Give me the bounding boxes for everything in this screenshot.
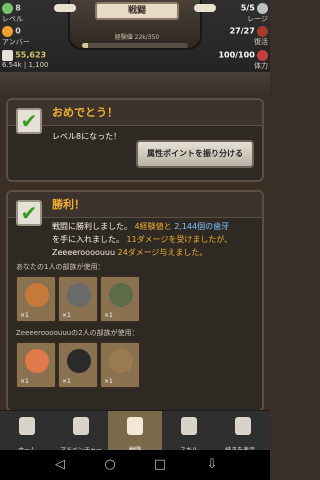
- amber-icon: [2, 26, 13, 37]
- victory-panel: 勝利！ ✔ 戦闘に勝利しました。 4経験値と 2,144個の歯牙 を手に入れまし…: [6, 190, 264, 412]
- sling-icon: [109, 349, 133, 373]
- xp-text: 経験値 22k/350: [114, 34, 160, 41]
- victory-heading: 勝利！: [8, 192, 262, 218]
- wolf-icon: [67, 283, 91, 307]
- amber-label: アンバー: [2, 38, 30, 46]
- xp-bar-fill: [82, 43, 89, 48]
- rage-value: 5/5: [240, 3, 255, 13]
- page-title: 戦闘: [95, 2, 179, 20]
- victory-line2: を手に入れました。: [52, 235, 124, 244]
- home-circle-icon[interactable]: ○: [102, 457, 118, 473]
- heart-icon: [257, 50, 268, 61]
- opponent-name: Zeeeeroooouuu: [52, 248, 116, 257]
- opponent-tribe-label: Zeeeeroooouuuの2人の部族が使用：: [16, 329, 139, 337]
- level-icon: [2, 3, 13, 14]
- rock-divider: [0, 72, 270, 96]
- member-count: ×1: [62, 312, 71, 319]
- tribe-member-card[interactable]: ×1: [16, 276, 56, 322]
- tab-adventure[interactable]: アドベンチャー: [54, 411, 108, 454]
- rage-stat: 5/5 レージ: [241, 3, 268, 24]
- tab-skill[interactable]: スキル: [162, 411, 216, 454]
- bottom-tab-bar: ホーム アドベンチャー 戦闘 スキル 続きを表示...: [0, 410, 270, 454]
- level-value: 8: [15, 3, 21, 13]
- teeth-icon: [2, 50, 13, 61]
- member-count: ×1: [104, 378, 113, 385]
- xp-gained: 4経験値と: [134, 222, 172, 231]
- restore-label: 復活: [254, 38, 268, 46]
- bone-left-icon: [54, 4, 76, 12]
- amber-stat: 0 アンバー: [2, 26, 30, 47]
- assign-attribute-points-button[interactable]: 属性ポイントを振り分ける: [136, 140, 254, 168]
- tribe-member-card[interactable]: ×1: [100, 342, 140, 388]
- teeth-stat: 55,623 6.54k | 1,100: [2, 50, 49, 69]
- android-nav-bar: ◁ ○ □ ⇩: [0, 450, 270, 480]
- amber-value: 0: [15, 26, 21, 36]
- member-count: ×1: [20, 312, 29, 319]
- restore-icon: [257, 26, 268, 37]
- teeth-sub: 6.54k | 1,100: [2, 61, 49, 69]
- battle-icon: [127, 417, 143, 435]
- congrats-text: レベル8になった！: [52, 132, 122, 141]
- victory-line1: 戦闘に勝利しました。: [52, 222, 132, 231]
- rage-label: レージ: [247, 15, 268, 23]
- check-icon: ✔: [16, 108, 42, 134]
- hp-label: 体力: [254, 62, 268, 70]
- member-count: ×1: [62, 378, 71, 385]
- top-status-bar: 8 レベル 0 アンバー 55,623 6.54k | 1,100 戦闘 経験値…: [0, 0, 270, 80]
- victory-summary: 戦闘に勝利しました。 4経験値と 2,144個の歯牙 を手に入れました。 11ダ…: [52, 220, 260, 259]
- damage-dealt: 24ダメージ与えました。: [117, 248, 208, 257]
- crow-icon: [67, 349, 91, 373]
- back-icon[interactable]: ◁: [52, 457, 68, 473]
- level-label: レベル: [2, 15, 23, 23]
- tribe-member-card[interactable]: ×1: [100, 276, 140, 322]
- your-tribe-label: あなたの1人の部族が使用：: [16, 263, 105, 271]
- member-count: ×1: [104, 312, 113, 319]
- hp-value: 100/100: [218, 50, 255, 60]
- bone-right-icon: [194, 4, 216, 12]
- caveman-icon: [25, 349, 49, 373]
- tribe-member-card[interactable]: ×1: [16, 342, 56, 388]
- restore-stat: 27/27 復活: [230, 26, 268, 47]
- damage-taken: 11ダメージを受けましたが、: [126, 235, 233, 244]
- teeth-value: 55,623: [15, 50, 47, 60]
- tab-battle[interactable]: 戦闘: [108, 411, 162, 454]
- recent-apps-icon[interactable]: □: [152, 457, 168, 473]
- caveman-icon: [25, 283, 49, 307]
- rage-icon: [257, 3, 268, 14]
- home-icon: [19, 417, 35, 435]
- fish-icon: [109, 283, 133, 307]
- congrats-panel: おめでとう！ ✔ レベル8になった！ 属性ポイントを振り分ける: [6, 98, 264, 182]
- restore-value: 27/27: [229, 26, 255, 36]
- skill-icon: [181, 417, 197, 435]
- member-count: ×1: [20, 378, 29, 385]
- adventure-icon: [73, 417, 89, 435]
- hp-stat: 100/100 体力: [218, 50, 268, 71]
- level-stat: 8 レベル: [2, 3, 23, 24]
- tribe-member-card[interactable]: ×1: [58, 276, 98, 322]
- teeth-gained: 2,144個の歯牙: [174, 222, 230, 231]
- check-icon: ✔: [16, 200, 42, 226]
- more-icon: [235, 417, 251, 435]
- xp-bar: [82, 43, 188, 48]
- congrats-heading: おめでとう！: [8, 100, 262, 126]
- keyboard-hide-icon[interactable]: ⇩: [204, 457, 220, 473]
- tab-home[interactable]: ホーム: [0, 411, 54, 454]
- tab-more[interactable]: 続きを表示...: [216, 411, 270, 454]
- tribe-member-card[interactable]: ×1: [58, 342, 98, 388]
